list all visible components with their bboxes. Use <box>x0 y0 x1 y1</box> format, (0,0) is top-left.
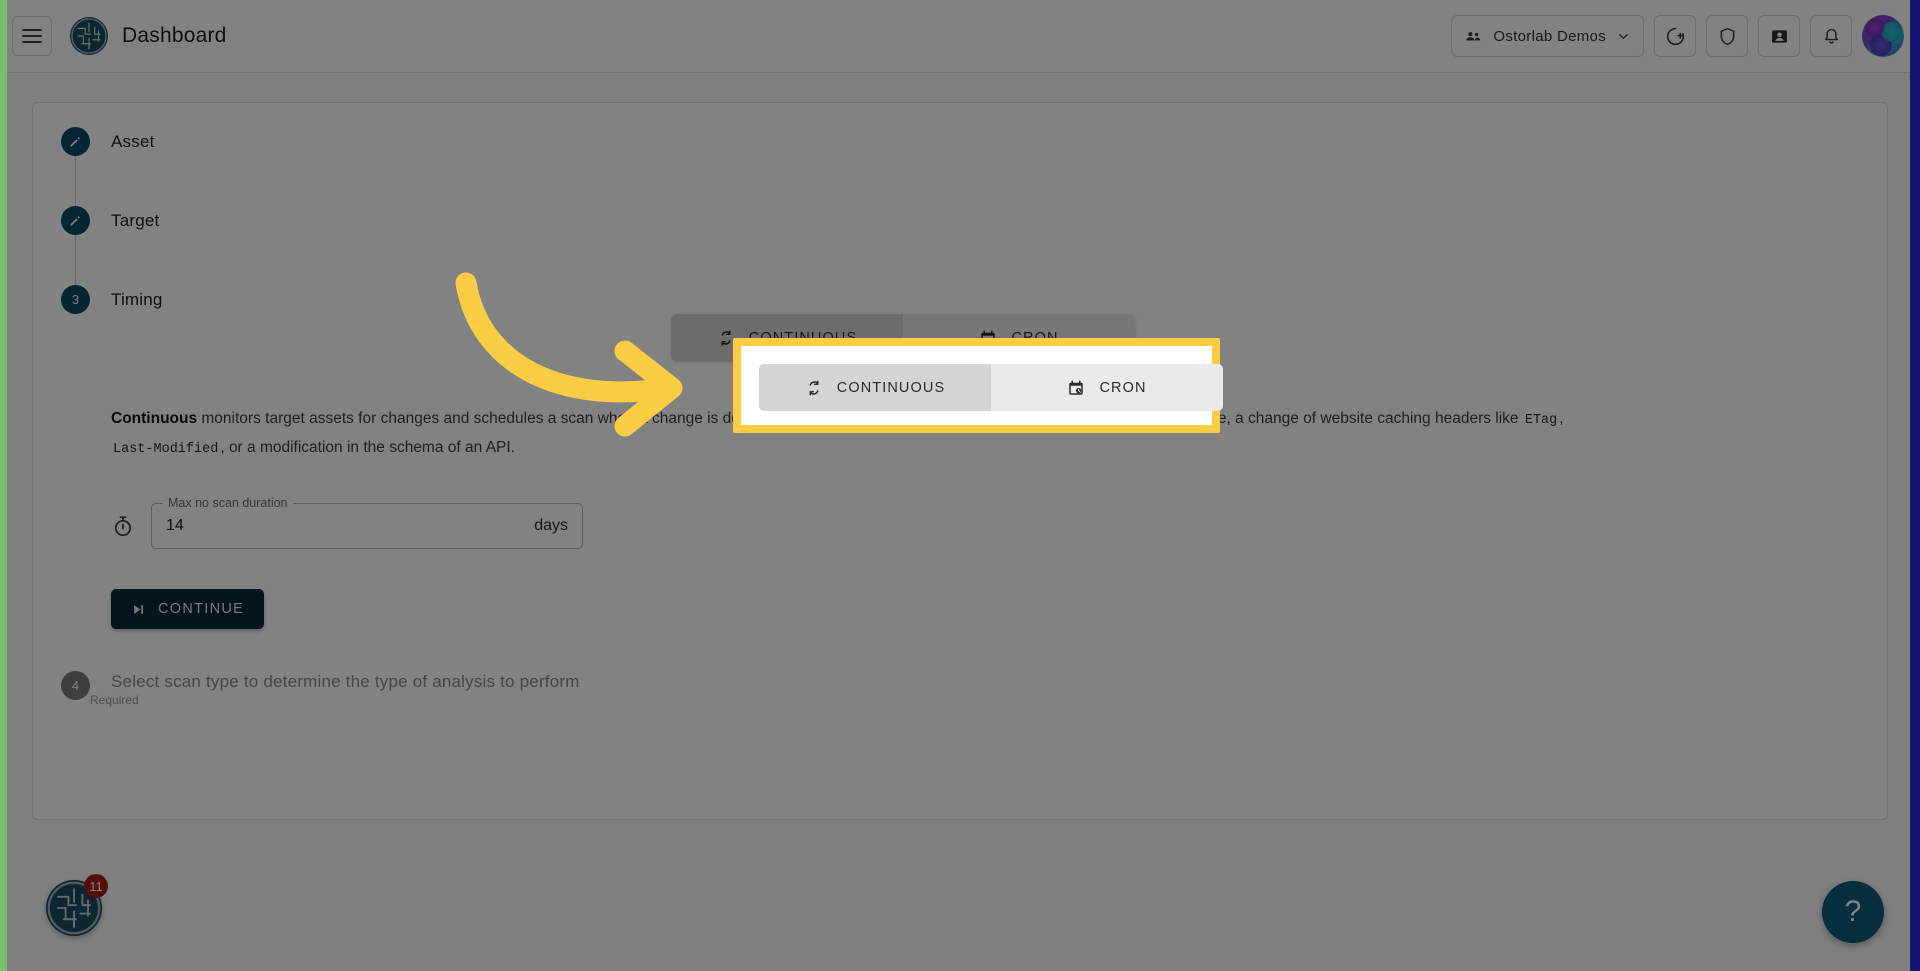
step-sublabel-required: Required <box>90 693 580 707</box>
step-done-icon <box>61 127 90 156</box>
ostorlab-circuit-logo[interactable]: 11 <box>46 880 102 936</box>
highlighted-cron-label: CRON <box>1099 380 1146 396</box>
description-lead: Continuous <box>111 410 197 427</box>
calendar-clock-icon <box>1067 379 1085 397</box>
step-target[interactable]: Target <box>61 206 1861 235</box>
shield-icon[interactable] <box>1706 15 1748 57</box>
app-header: Dashboard Ostorlab Demos <box>0 0 1920 73</box>
chevron-down-icon <box>1616 29 1631 44</box>
ostorlab-circuit-logo[interactable] <box>70 17 108 55</box>
org-selector[interactable]: Ostorlab Demos <box>1451 15 1644 57</box>
sync-refresh-icon <box>805 379 823 397</box>
step-number-badge: 4 <box>61 671 90 700</box>
hamburger-menu-icon[interactable] <box>12 16 52 56</box>
description-sep: , <box>1559 410 1563 427</box>
scan-wizard-card: Asset Target 3 Timing <box>32 102 1888 820</box>
help-button-label: ? <box>1845 895 1862 929</box>
stopwatch-timer-icon <box>111 514 135 538</box>
scan-add-icon[interactable] <box>1654 15 1696 57</box>
help-button[interactable]: ? <box>1822 881 1884 943</box>
annotation-highlight-box: CONTINUOUS CRON <box>733 338 1220 433</box>
hamburger-bar <box>22 35 42 37</box>
step-timing[interactable]: 3 Timing <box>61 285 1861 314</box>
step-label-target: Target <box>111 206 159 235</box>
step-asset[interactable]: Asset <box>61 127 1861 156</box>
hamburger-bar <box>22 41 42 43</box>
app-root: Dashboard Ostorlab Demos <box>0 0 1920 971</box>
field-suffix-days: days <box>534 517 568 535</box>
max-no-scan-duration-field[interactable]: Max no scan duration days <box>151 503 583 549</box>
max-no-scan-duration-row: Max no scan duration days <box>111 503 1861 549</box>
step-scan-type[interactable]: 4 Select scan type to determine the type… <box>61 671 1861 707</box>
highlighted-cron-button[interactable]: CRON <box>991 364 1223 411</box>
edge-accent-right <box>1910 0 1920 971</box>
description-part2: , or a modification in the schema of an … <box>220 439 515 456</box>
notification-badge: 11 <box>84 874 108 898</box>
highlighted-timing-mode-toggle-group: CONTINUOUS CRON <box>759 364 1223 411</box>
ticket-icon[interactable] <box>1758 15 1800 57</box>
step-label-asset: Asset <box>111 127 155 156</box>
pencil-edit-icon <box>68 213 83 228</box>
header-actions: Ostorlab Demos <box>1451 15 1920 57</box>
bell-icon[interactable] <box>1810 15 1852 57</box>
step-done-icon <box>61 206 90 235</box>
hamburger-bar <box>22 29 42 31</box>
step-number-badge: 3 <box>61 285 90 314</box>
org-selector-label: Ostorlab Demos <box>1493 28 1606 45</box>
group-people-icon <box>1464 27 1483 46</box>
continue-button-label: CONTINUE <box>158 601 244 617</box>
avatar[interactable] <box>1862 15 1904 57</box>
code-etag: ETag <box>1523 413 1559 428</box>
highlighted-continuous-label: CONTINUOUS <box>837 380 945 396</box>
skip-next-icon <box>131 602 146 617</box>
code-last-modified: Last-Modified <box>111 442 220 457</box>
continue-button[interactable]: CONTINUE <box>111 589 264 629</box>
highlighted-continuous-button[interactable]: CONTINUOUS <box>759 364 991 411</box>
page-title: Dashboard <box>122 24 227 48</box>
pencil-edit-icon <box>68 134 83 149</box>
step-connector <box>75 156 76 206</box>
step-connector <box>75 235 76 285</box>
step-label-timing: Timing <box>111 285 163 314</box>
edge-accent-left <box>0 0 7 971</box>
field-legend: Max no scan duration <box>163 496 293 510</box>
max-no-scan-duration-input[interactable] <box>166 517 534 535</box>
step-label-scan-type: Select scan type to determine the type o… <box>111 671 580 693</box>
